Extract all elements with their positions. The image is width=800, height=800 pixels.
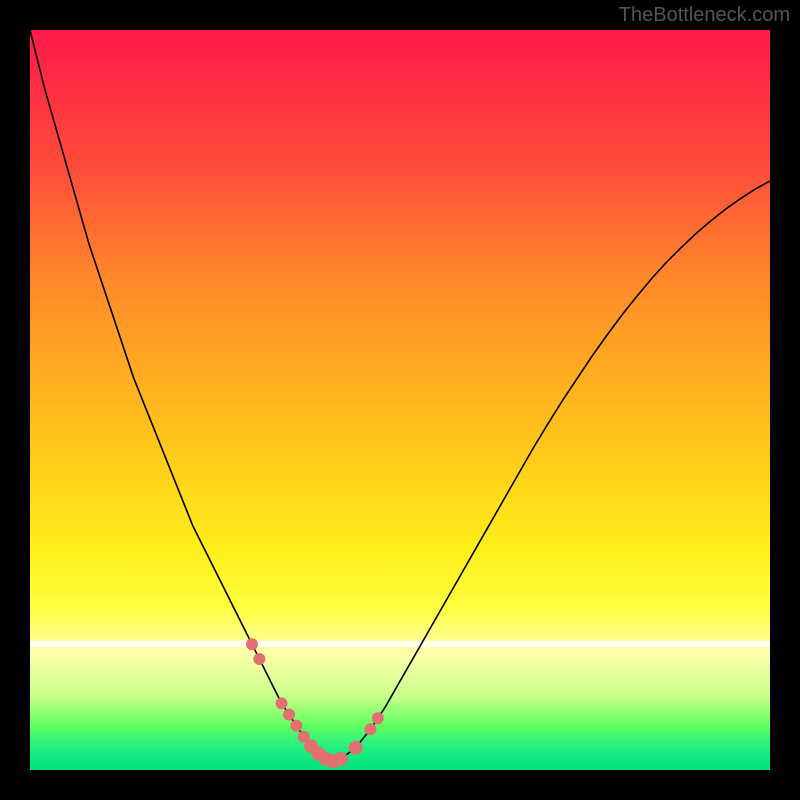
markers-group (246, 638, 384, 768)
chart-frame: TheBottleneck.com (0, 0, 800, 800)
bottleneck-curve (30, 30, 770, 761)
curve-marker (246, 638, 258, 650)
curve-marker (319, 752, 333, 766)
curve-marker (334, 752, 348, 766)
chart-svg (30, 30, 770, 770)
watermark-text: TheBottleneck.com (619, 4, 790, 27)
curve-marker (276, 697, 288, 709)
curve-marker (364, 723, 376, 735)
curve-marker (304, 739, 318, 753)
highlight-band (30, 641, 770, 647)
plot-area (30, 30, 770, 770)
curve-marker (283, 709, 295, 721)
curve-marker (349, 741, 363, 755)
curve-marker (290, 720, 302, 732)
curve-marker (326, 754, 340, 768)
curve-marker (253, 653, 265, 665)
curve-marker (312, 747, 326, 761)
curve-marker (372, 712, 384, 724)
curve-marker (298, 731, 310, 743)
